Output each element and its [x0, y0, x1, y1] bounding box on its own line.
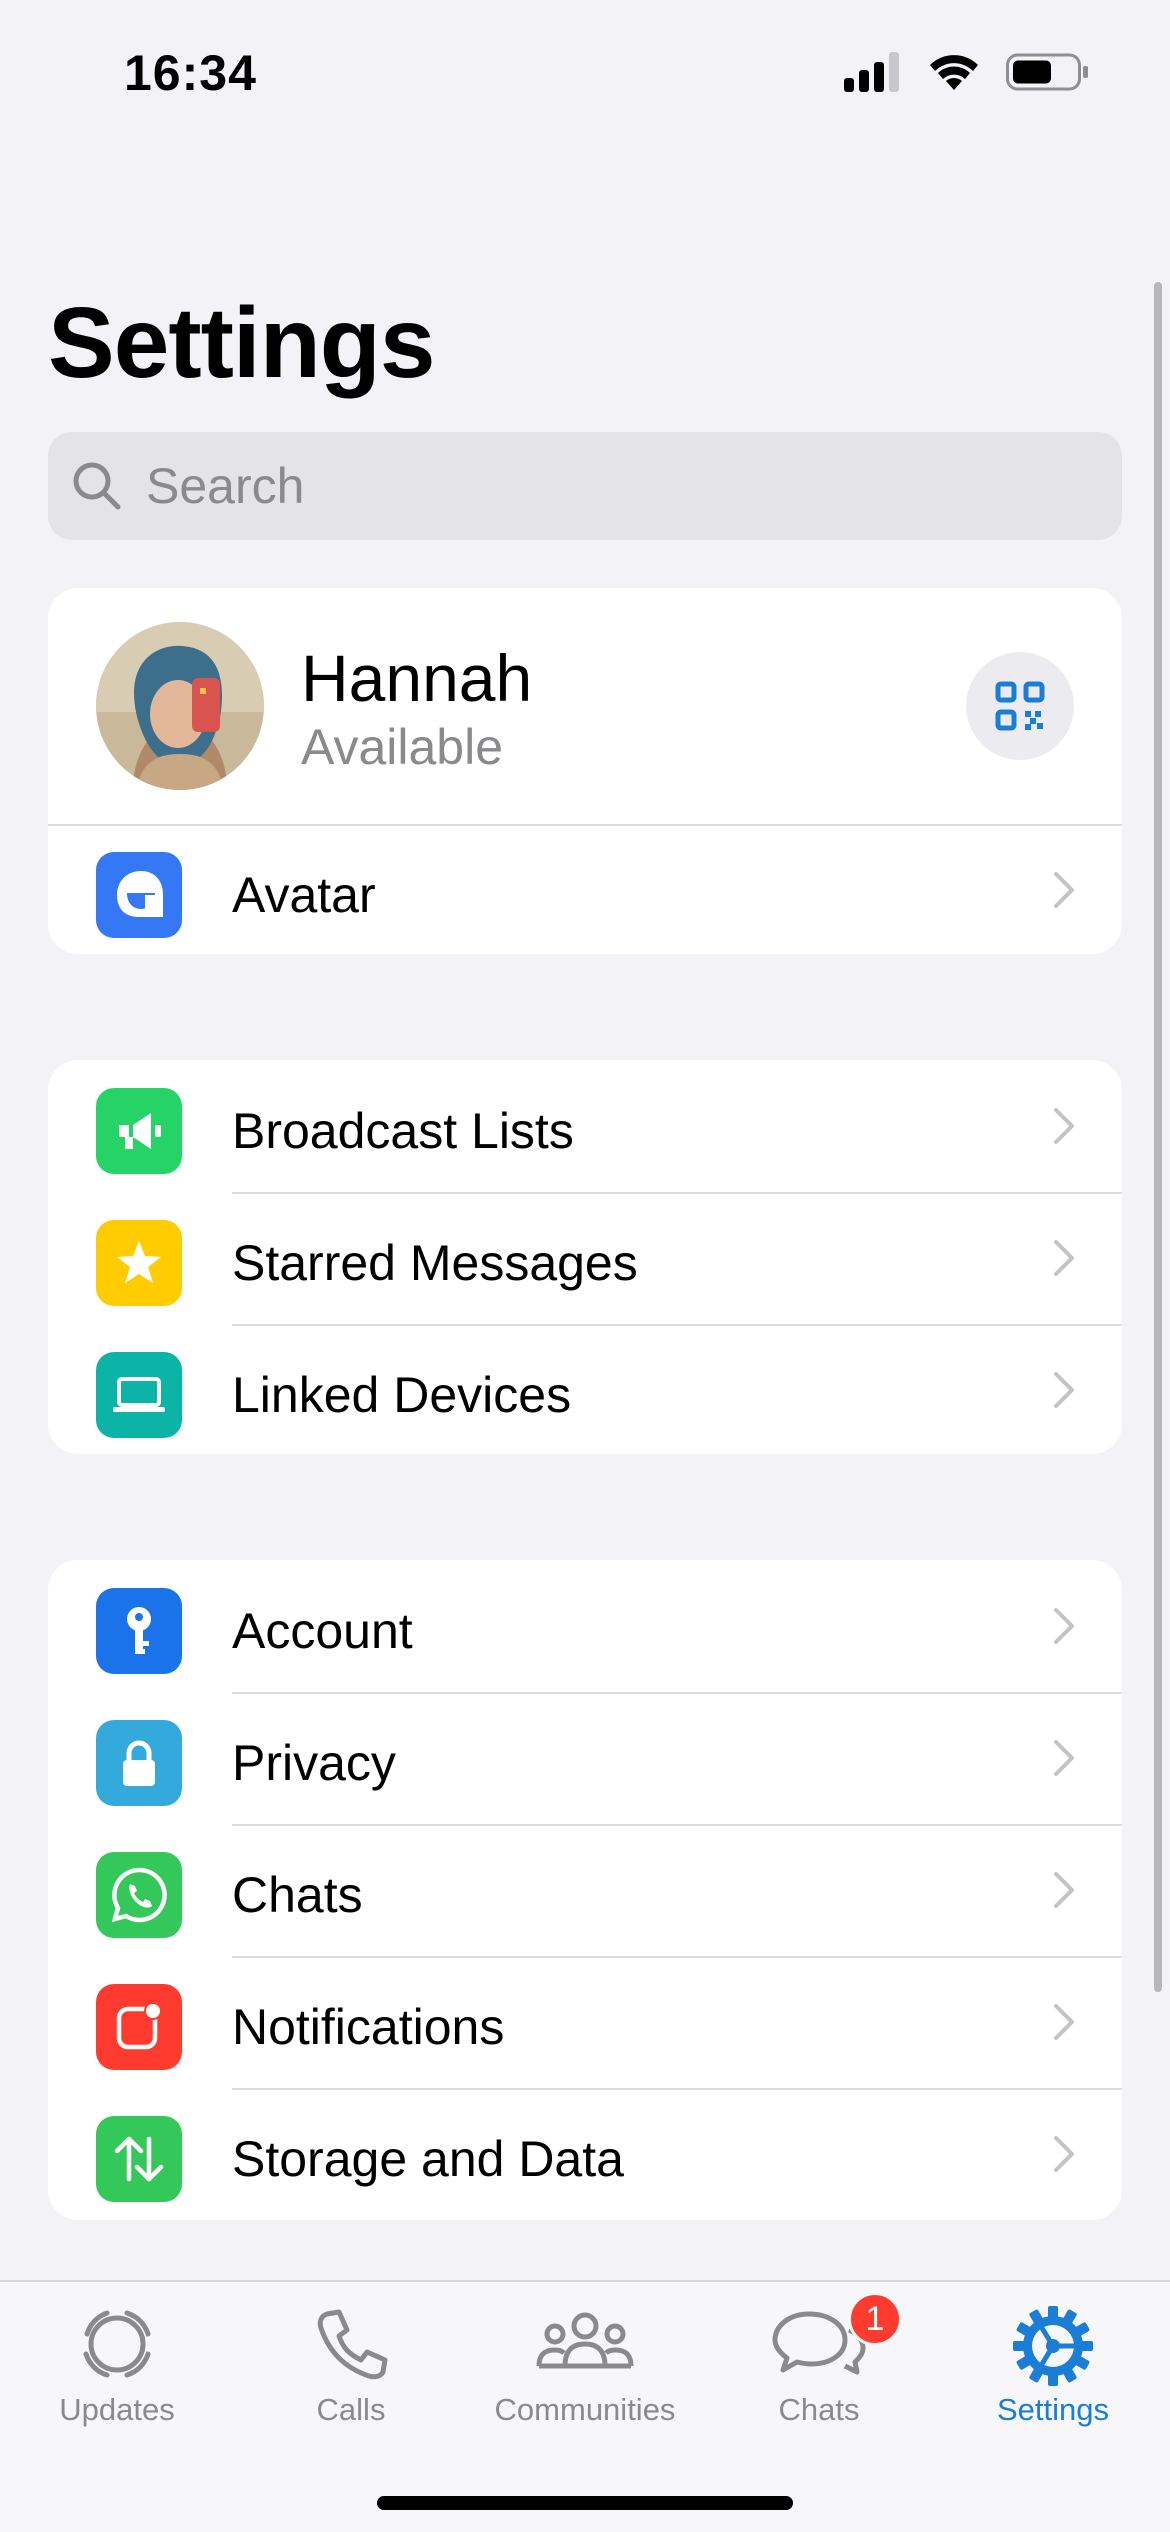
profile-status: Available [301, 719, 504, 775]
status-bar: 16:34 [0, 0, 1170, 150]
divider [232, 1324, 1122, 1326]
settings-item-linked-devices[interactable]: Linked Devices [48, 1324, 1122, 1454]
tab-label: Updates [59, 2392, 175, 2427]
cellular-signal-icon [844, 52, 899, 92]
settings-card: Account Privacy Chats Notifications Stor… [48, 1560, 1122, 2220]
chevron-right-icon [1054, 2004, 1074, 2040]
settings-item-label: Broadcast Lists [232, 1103, 574, 1159]
search-placeholder: Search [146, 458, 305, 514]
status-icons [844, 52, 1090, 92]
key-icon [96, 1588, 182, 1674]
profile-photo [96, 622, 264, 790]
updates-icon [83, 2310, 151, 2378]
settings-item-label: Notifications [232, 1999, 505, 2055]
settings-item-starred-messages[interactable]: Starred Messages [48, 1192, 1122, 1324]
divider [232, 1824, 1122, 1826]
tab-bar: Updates Calls Communities 1 Chats Settin… [0, 2280, 1170, 2532]
whatsapp-icon [96, 1852, 182, 1938]
settings-item-label: Privacy [232, 1735, 396, 1791]
tab-communities[interactable]: Communities [468, 2282, 702, 2442]
wifi-icon [930, 55, 978, 90]
settings-item-avatar[interactable]: Avatar [48, 824, 1122, 954]
tools-card: Broadcast Lists Starred Messages Linked … [48, 1060, 1122, 1454]
avatar-icon [96, 852, 182, 938]
chevron-right-icon [1054, 2136, 1074, 2172]
laptop-icon [96, 1352, 182, 1438]
divider [48, 824, 1122, 826]
tab-label: Calls [316, 2392, 386, 2427]
settings-item-label: Starred Messages [232, 1235, 638, 1291]
chevron-right-icon [1054, 1372, 1074, 1408]
qr-code-icon [995, 681, 1045, 731]
tab-label: Settings [996, 2392, 1109, 2427]
settings-icon [1013, 2306, 1093, 2386]
settings-item-privacy[interactable]: Privacy [48, 1692, 1122, 1824]
home-indicator[interactable] [377, 2496, 793, 2510]
divider [232, 1692, 1122, 1694]
page-title: Settings [48, 287, 435, 399]
settings-item-account[interactable]: Account [48, 1560, 1122, 1692]
chevron-right-icon [1054, 1740, 1074, 1776]
phone-icon [317, 2309, 388, 2380]
tab-chats[interactable]: 1 Chats [702, 2282, 936, 2442]
divider [232, 1956, 1122, 1958]
arrows-updown-icon [96, 2116, 182, 2202]
tab-updates[interactable]: Updates [0, 2282, 234, 2442]
profile-card: Hannah Available Avatar [48, 588, 1122, 954]
settings-item-storage-and-data[interactable]: Storage and Data [48, 2088, 1122, 2220]
lock-icon [96, 1720, 182, 1806]
chevron-right-icon [1054, 1108, 1074, 1144]
settings-item-broadcast-lists[interactable]: Broadcast Lists [48, 1060, 1122, 1192]
qr-code-button[interactable] [966, 652, 1074, 760]
status-time: 16:34 [124, 45, 257, 101]
megaphone-icon [96, 1088, 182, 1174]
profile-row[interactable]: Hannah Available [48, 588, 1122, 824]
search-input[interactable]: Search [48, 432, 1122, 540]
tab-label: Chats [778, 2392, 860, 2427]
notification-icon [96, 1984, 182, 2070]
settings-item-label: Account [232, 1603, 413, 1659]
unread-badge: 1 [848, 2292, 902, 2346]
tab-settings[interactable]: Settings [936, 2282, 1170, 2442]
divider [232, 2088, 1122, 2090]
settings-item-chats[interactable]: Chats [48, 1824, 1122, 1956]
tab-label: Communities [494, 2392, 676, 2427]
chevron-right-icon [1054, 1872, 1074, 1908]
chevron-right-icon [1054, 872, 1074, 908]
divider [232, 1192, 1122, 1194]
tab-calls[interactable]: Calls [234, 2282, 468, 2442]
chevron-right-icon [1054, 1240, 1074, 1276]
battery-icon [1006, 53, 1088, 91]
settings-item-label: Storage and Data [232, 2131, 624, 2187]
settings-item-label: Avatar [232, 867, 376, 923]
avatar[interactable] [96, 622, 264, 790]
profile-name: Hannah [301, 641, 533, 715]
settings-item-notifications[interactable]: Notifications [48, 1956, 1122, 2088]
settings-item-label: Linked Devices [232, 1367, 572, 1423]
star-icon [96, 1220, 182, 1306]
settings-item-label: Chats [232, 1867, 363, 1923]
chevron-right-icon [1054, 1608, 1074, 1644]
communities-icon [536, 2312, 634, 2369]
scroll-indicator[interactable] [1154, 282, 1162, 1992]
search-icon [73, 462, 121, 510]
